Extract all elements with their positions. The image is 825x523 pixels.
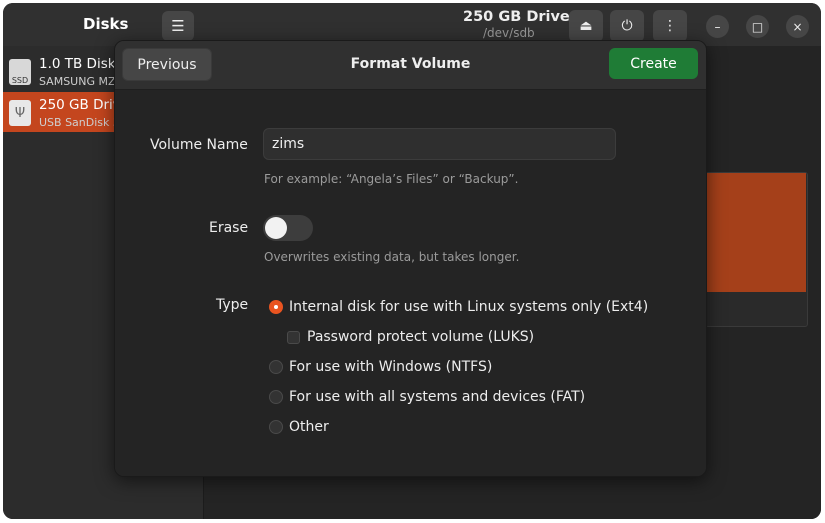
radio-icon[interactable] bbox=[269, 420, 283, 434]
app-title: Disks bbox=[83, 15, 129, 33]
option-label: Password protect volume (LUKS) bbox=[307, 329, 535, 345]
erase-label: Erase bbox=[209, 220, 249, 236]
ssd-drive-icon: SSD bbox=[9, 59, 31, 85]
minimize-button[interactable]: – bbox=[706, 15, 729, 38]
maximize-button[interactable]: □ bbox=[746, 15, 769, 38]
more-options-icon: ⋮ bbox=[663, 18, 677, 34]
close-icon: × bbox=[792, 19, 803, 34]
drive-title: 250 GB Drive bbox=[463, 9, 570, 25]
partition-block[interactable] bbox=[706, 173, 806, 292]
previous-button[interactable]: Previous bbox=[122, 48, 212, 81]
type-option-fat[interactable]: For use with all systems and devices (FA… bbox=[269, 387, 585, 407]
disk-subtitle: SAMSUNG MZ bbox=[39, 75, 116, 88]
radio-selected-icon[interactable] bbox=[269, 300, 283, 314]
drive-options-button[interactable]: ⋮ bbox=[653, 10, 687, 42]
create-button[interactable]: Create bbox=[609, 48, 698, 79]
usb-drive-icon: Ψ bbox=[9, 100, 31, 126]
close-button[interactable]: × bbox=[786, 15, 809, 38]
minimize-icon: – bbox=[714, 19, 721, 34]
volume-name-label: Volume Name bbox=[150, 137, 248, 153]
power-icon: ⏻ bbox=[621, 18, 633, 34]
power-off-button[interactable]: ⏻ bbox=[610, 10, 644, 42]
type-option-ext4[interactable]: Internal disk for use with Linux systems… bbox=[269, 297, 648, 317]
format-volume-dialog: Format Volume Previous Create Volume Nam… bbox=[114, 40, 707, 477]
dialog-header: Format Volume Previous Create bbox=[115, 41, 706, 90]
volume-name-input[interactable] bbox=[263, 128, 616, 160]
checkbox-icon[interactable] bbox=[287, 330, 300, 344]
option-label: Other bbox=[289, 419, 329, 435]
type-label: Type bbox=[216, 297, 249, 313]
toggle-knob bbox=[265, 217, 287, 239]
type-option-other[interactable]: Other bbox=[269, 417, 329, 437]
option-label: Internal disk for use with Linux systems… bbox=[289, 299, 649, 315]
radio-icon[interactable] bbox=[269, 390, 283, 404]
radio-icon[interactable] bbox=[269, 360, 283, 374]
option-label: For use with Windows (NTFS) bbox=[289, 359, 493, 375]
erase-hint: Overwrites existing data, but takes long… bbox=[264, 250, 520, 264]
type-option-ntfs[interactable]: For use with Windows (NTFS) bbox=[269, 357, 492, 377]
eject-button[interactable]: ⏏ bbox=[569, 10, 603, 42]
erase-toggle[interactable] bbox=[263, 215, 313, 241]
eject-icon: ⏏ bbox=[579, 18, 593, 34]
disk-title: 1.0 TB Disk bbox=[39, 56, 116, 72]
dialog-body: Volume Name For example: “Angela’s Files… bbox=[115, 90, 706, 476]
main-menu-button[interactable]: ☰ bbox=[162, 11, 194, 41]
disk-subtitle: USB SanDisk 3 bbox=[39, 116, 120, 129]
hamburger-menu-icon: ☰ bbox=[171, 17, 185, 35]
drive-device-path: /dev/sdb bbox=[483, 26, 535, 40]
maximize-icon: □ bbox=[751, 19, 764, 34]
volume-name-hint: For example: “Angela’s Files” or “Backup… bbox=[264, 172, 519, 186]
luks-checkbox-option[interactable]: Password protect volume (LUKS) bbox=[287, 327, 534, 347]
option-label: For use with all systems and devices (FA… bbox=[289, 389, 586, 405]
